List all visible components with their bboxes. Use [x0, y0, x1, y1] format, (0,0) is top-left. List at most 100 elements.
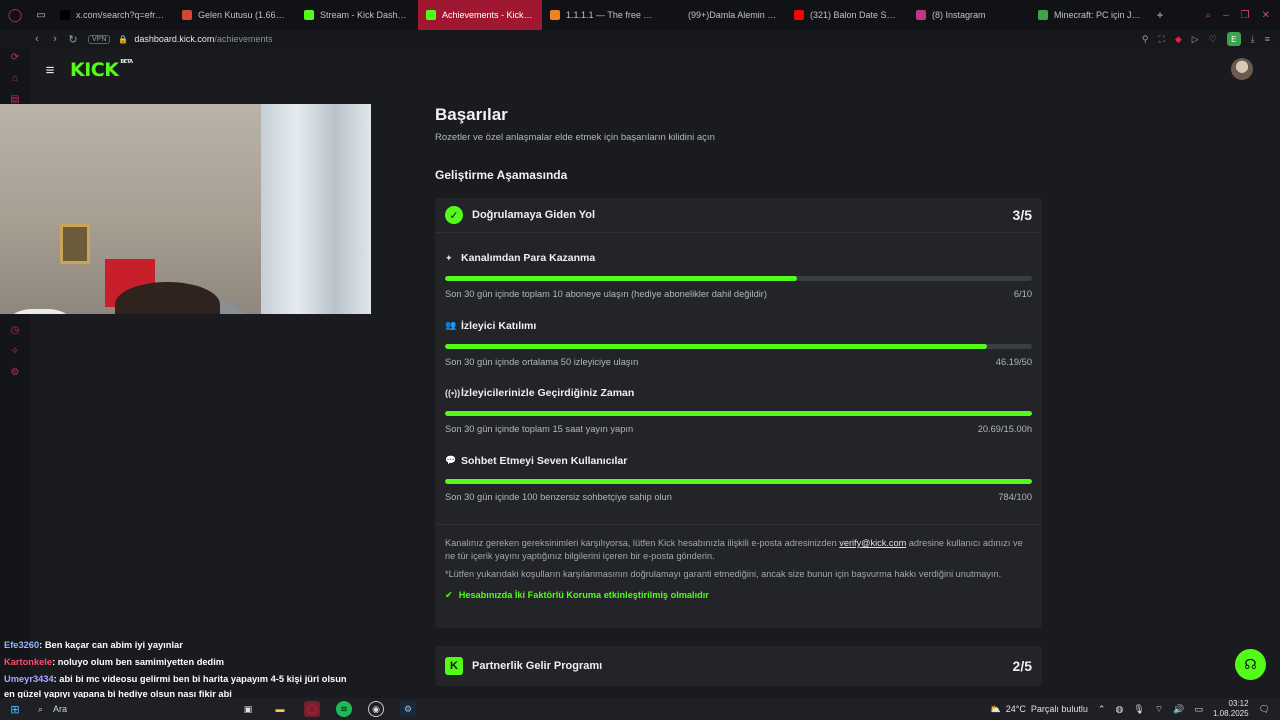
extensions-icon[interactable]: ✧: [11, 346, 19, 357]
microphone-icon[interactable]: 🎙: [1133, 704, 1144, 715]
menu-icon[interactable]: ≡: [1265, 34, 1270, 44]
url-field[interactable]: dashboard.kick.com/achievements: [134, 34, 272, 44]
browser-tab[interactable]: (99+)Damla Alemin (@o: [664, 0, 786, 30]
chat-icon: 💬: [445, 455, 457, 465]
weather-widget[interactable]: ⛅ 24°C Parçalı bulutlu: [990, 704, 1088, 715]
opera-taskbar-icon[interactable]: ◯: [304, 701, 320, 717]
file-explorer-icon[interactable]: ▬: [272, 701, 288, 717]
spotify-icon[interactable]: ≋: [336, 701, 352, 717]
tray-app-icon[interactable]: ◍: [1115, 704, 1123, 715]
browser-tab[interactable]: x.com/search?q=efruz&: [52, 0, 174, 30]
system-tray: ⛅ 24°C Parçalı bulutlu ⌃ ◍ 🎙 ⌔ 🔊 ▭ 03:12…: [990, 699, 1280, 719]
webcam-overlay: [0, 104, 371, 314]
beta-badge: BETA: [120, 59, 133, 65]
kick-k-icon: K: [445, 657, 463, 675]
heart-icon[interactable]: ♡: [1209, 34, 1217, 45]
network-icon[interactable]: ⌔: [1155, 704, 1163, 715]
note-1-before: Kanalınız gereken gereksinimleri karşılı…: [445, 538, 840, 548]
verify-email-link[interactable]: verify@kick.com: [839, 538, 906, 548]
settings-icon[interactable]: ⚙: [11, 367, 20, 378]
address-bar-actions: ⚲ ⛶ ◆ ▷ ♡ E ⤓ ≡: [1142, 32, 1280, 46]
tab-title: (8) Instagram: [932, 10, 986, 20]
browser-tab-bar: ◯ ▭ x.com/search?q=efruz& Gelen Kutusu (1…: [0, 0, 1280, 30]
task-view-icon[interactable]: ▣: [240, 701, 256, 717]
workspaces-icon[interactable]: ▭: [30, 10, 52, 21]
new-tab-button[interactable]: +: [1150, 8, 1170, 22]
play-icon[interactable]: ▷: [1192, 34, 1199, 45]
windows-start-icon[interactable]: ⊞: [0, 703, 30, 716]
snapshot-icon[interactable]: ⛶: [1159, 34, 1165, 45]
verification-card-count: 3/5: [1012, 207, 1032, 223]
tray-chevron-icon[interactable]: ⌃: [1098, 704, 1106, 715]
cloudflare-icon: [550, 10, 560, 20]
search-icon: ⌕: [38, 703, 44, 714]
requirement-description: Son 30 gün içinde toplam 15 saat yayın y…: [445, 424, 634, 434]
reload-button[interactable]: ↻: [64, 33, 82, 46]
requirement-value: 6/10: [1013, 289, 1032, 299]
requirement-header: ((•)) İzleyicilerinizle Geçirdiğiniz Zama…: [445, 387, 634, 399]
verification-card: ✓ Doğrulamaya Giden Yol 3/5 ✦ Kanalımdan …: [435, 198, 1042, 628]
verification-card-title: Doğrulamaya Giden Yol: [472, 209, 596, 221]
requirement-item: 💬 Sohbet Etmeyi Seven Kullanıcılar Son 30 …: [445, 436, 1032, 504]
requirement-header: 💬 Sohbet Etmeyi Seven Kullanıcılar: [445, 455, 627, 467]
tab-title: Minecraft: PC için Java: [1054, 10, 1142, 20]
search-tabs-icon[interactable]: ⌕: [1205, 10, 1211, 21]
close-window-button[interactable]: ✕: [1262, 10, 1270, 21]
chat-username[interactable]: Kartonkele: [4, 657, 52, 667]
download-icon[interactable]: ⤓: [1251, 34, 1255, 45]
minimize-button[interactable]: –: [1223, 10, 1229, 21]
volume-icon[interactable]: 🔊: [1173, 704, 1184, 715]
browser-tab[interactable]: (321) Balon Date Show: [786, 0, 908, 30]
taskbar-search[interactable]: ⌕ Ara: [30, 698, 210, 720]
browser-tab[interactable]: 1.1.1.1 — The free app th: [542, 0, 664, 30]
chat-username[interactable]: Efe3260: [4, 640, 39, 650]
twofa-text: Hesabınızda İki Faktörlü Koruma etkinleş…: [458, 590, 709, 600]
chat-message: Kartonkele: noluyo olum ben samimiyetten…: [0, 654, 352, 671]
note-paragraph-2: *Lütfen yukarıdaki koşulların karşılanma…: [445, 569, 1002, 579]
battery-icon[interactable]: ▭: [1194, 704, 1203, 715]
progress-bar-fill: [445, 411, 1032, 416]
vpn-badge[interactable]: VPN: [88, 34, 111, 44]
opera-logo-icon[interactable]: ◯: [0, 0, 30, 30]
history-icon[interactable]: ⟳: [11, 52, 19, 63]
browser-tab[interactable]: Stream - Kick Dashboar: [296, 0, 418, 30]
browser-tab[interactable]: (8) Instagram: [908, 0, 1030, 30]
pin-icon[interactable]: ⚲: [1142, 34, 1149, 45]
obs-icon[interactable]: ◉: [368, 701, 384, 717]
pocket-icon[interactable]: ◆: [1175, 34, 1182, 45]
browser-tab[interactable]: Achievements - Kick Das: [418, 0, 542, 30]
minecraft-icon: [1038, 10, 1048, 20]
browser-tab[interactable]: Minecraft: PC için Java: [1030, 0, 1150, 30]
hamburger-menu-icon[interactable]: ≡: [30, 62, 70, 79]
kick-icon: [426, 10, 436, 20]
taskbar-clock[interactable]: 03:12 1.08.2025: [1213, 699, 1249, 719]
lock-icon[interactable]: 🔒: [118, 35, 128, 44]
kick-header: ≡ KICK BETA: [30, 48, 1280, 92]
screen: ◯ ▭ x.com/search?q=efruz& Gelen Kutusu (1…: [0, 0, 1280, 720]
kick-logo[interactable]: KICK BETA: [70, 59, 133, 81]
clock-icon[interactable]: ◷: [11, 325, 20, 336]
progress-bar: [445, 343, 1032, 349]
tiktok-icon: [672, 10, 682, 20]
shopping-icon[interactable]: ⌂: [12, 73, 18, 84]
browser-tab[interactable]: Gelen Kutusu (1.665) - e: [174, 0, 296, 30]
chat-username[interactable]: Umeyr3434: [4, 674, 54, 684]
requirement-value: 20.69/15.00h: [977, 424, 1032, 434]
clock-date: 1.08.2025: [1212, 709, 1249, 718]
address-bar: ‹ › ↻ VPN 🔒 dashboard.kick.com/achieveme…: [0, 30, 1280, 48]
steam-icon[interactable]: ⚙: [400, 701, 416, 717]
verification-card-header[interactable]: ✓ Doğrulamaya Giden Yol 3/5: [435, 198, 1042, 233]
requirement-item: 👥 İzleyici Katılımı Son 30 gün içinde orta…: [445, 301, 1032, 369]
support-chat-button[interactable]: ☊: [1235, 649, 1266, 680]
section-title: Geliştirme Aşamasında: [435, 168, 568, 182]
instagram-icon: [916, 10, 926, 20]
notifications-icon[interactable]: 🗨: [1259, 704, 1270, 715]
back-button[interactable]: ‹: [28, 33, 46, 45]
partner-card[interactable]: K Partnerlik Gelir Programı 2/5: [435, 646, 1042, 686]
extension-e-icon[interactable]: E: [1226, 32, 1241, 46]
forward-button[interactable]: ›: [46, 33, 64, 45]
maximize-button[interactable]: ❐: [1241, 10, 1250, 21]
requirement-title: İzleyicilerinizle Geçirdiğiniz Zaman: [461, 387, 635, 399]
user-avatar[interactable]: [1231, 58, 1253, 80]
gmail-icon: [182, 10, 192, 20]
